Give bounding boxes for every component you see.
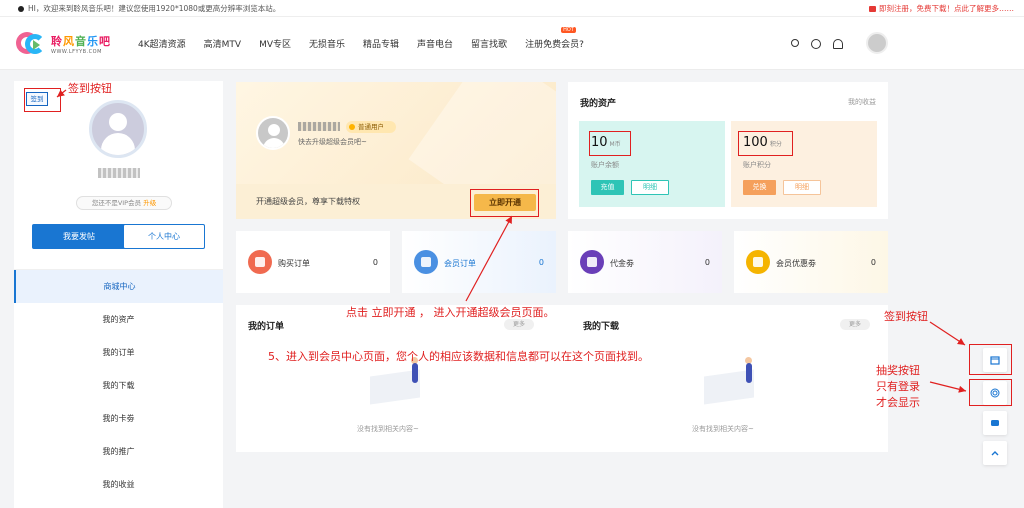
annotation-open-vip: 点击 立即开通 ， 进入开通超级会员页面。 (346, 306, 555, 319)
menu-item-promotion[interactable]: 我的推广 (14, 435, 223, 468)
empty-orders-text: 没有找到相关内容~ (357, 425, 419, 433)
main-nav: 4K超清资源 高清MTV MV专区 无损音乐 精品专辑 声音电台 留言找歌 注册… (138, 27, 602, 50)
vip-status-note[interactable]: 您还不是VIP会员 升级 (76, 196, 172, 210)
balance-detail-button[interactable]: 明细 (631, 180, 669, 195)
annotation-box-float-sign (969, 344, 1012, 375)
assets-title: 我的资产 (580, 99, 617, 109)
voucher-icon (580, 250, 604, 274)
header-avatar[interactable] (866, 32, 888, 54)
stat-vouchers[interactable]: 代金劵 0 (568, 231, 722, 293)
nav-item-4k[interactable]: 4K超清资源 (138, 37, 186, 50)
my-earnings-link[interactable]: 我的收益 (848, 97, 876, 107)
nav-item-mv[interactable]: MV专区 (259, 37, 291, 50)
nav-item-mtv[interactable]: 高清MTV (204, 37, 241, 50)
gift-icon (869, 5, 876, 12)
annotation-box-balance (589, 131, 631, 156)
menu-item-earnings[interactable]: 我的收益 (14, 468, 223, 501)
dark-mode-icon[interactable] (811, 39, 821, 49)
nav-item-albums[interactable]: 精品专辑 (363, 37, 399, 50)
menu-item-downloads[interactable]: 我的下载 (14, 369, 223, 402)
nav-item-radio[interactable]: 声音电台 (417, 37, 453, 50)
menu-item-coupons[interactable]: 我的卡劵 (14, 402, 223, 435)
username-blurred (98, 168, 140, 178)
annotation-lottery-3: 才会显示 (876, 396, 920, 409)
annotation-sign-top: 签到按钮 (68, 82, 112, 95)
register-promo-link[interactable]: 即刻注册，免费下载！点此了解更多…… (869, 3, 1014, 14)
crown-icon (746, 250, 770, 274)
nav-item-request[interactable]: 留言找歌 (471, 37, 507, 50)
vip-privilege-text: 开通超级会员，尊享下载特权 (256, 197, 360, 206)
logo-name: 聆风音乐吧 (51, 35, 111, 48)
annotation-member-center: 5、进入到会员中心页面，您个人的相应该数据和信息都可以在这个页面找到。 (268, 350, 649, 363)
points-label: 账户积分 (743, 161, 771, 169)
annotation-sign-right: 签到按钮 (884, 310, 928, 323)
chevron-up-icon (991, 451, 999, 456)
shopping-bag-icon (248, 250, 272, 274)
orders-downloads-panel: 我的订单 更多 我的下载 更多 没有找到相关内容~ 没有找到相关内容~ (236, 305, 888, 452)
logo-mark (16, 30, 48, 58)
downloads-more-button[interactable]: 更多 (840, 319, 870, 330)
vip-card-avatar (256, 116, 290, 150)
site-header: 聆风音乐吧 WWW.LFYYB.COM 4K超清资源 高清MTV MV专区 无损… (0, 17, 1024, 70)
recharge-button[interactable]: 充值 (591, 180, 624, 195)
menu-item-assets[interactable]: 我的资产 (14, 303, 223, 336)
exchange-button[interactable]: 兑换 (743, 180, 776, 195)
upgrade-link[interactable]: 升级 (143, 199, 156, 207)
logo-url: WWW.LFYYB.COM (51, 49, 102, 55)
balance-label: 账户余额 (591, 161, 619, 169)
menu-item-shop-center[interactable]: 商城中心 (14, 270, 223, 303)
vip-card-username-blurred (298, 122, 340, 131)
vip-card-subtitle: 快去升级超级会员吧~ (298, 138, 367, 146)
stat-member-orders[interactable]: 会员订单 0 (402, 231, 556, 293)
post-button[interactable]: 我要发帖 (32, 224, 126, 249)
sidebar-menu: 商城中心 我的资产 我的订单 我的下载 我的卡劵 我的推广 我的收益 (14, 269, 223, 501)
site-logo[interactable]: 聆风音乐吧 WWW.LFYYB.COM (16, 30, 111, 58)
speaker-icon (18, 5, 24, 12)
annotation-box-points (738, 131, 793, 156)
user-level-badge: 普通用户 (346, 121, 396, 133)
orders-more-button[interactable]: 更多 (504, 319, 534, 330)
annotation-box-open-vip (470, 189, 539, 217)
chat-icon (991, 420, 999, 426)
annotation-lottery-1: 抽奖按钮 (876, 364, 920, 377)
float-chat-button[interactable] (983, 411, 1007, 435)
nav-item-register[interactable]: 注册免费会员? HOT (525, 27, 584, 50)
search-icon[interactable] (791, 39, 799, 47)
empty-downloads-text: 没有找到相关内容~ (692, 425, 754, 433)
user-avatar[interactable] (89, 100, 147, 158)
hot-badge: HOT (561, 27, 576, 33)
annotation-box-sign (24, 88, 61, 112)
top-notice-bar: HI，欢迎来到聆风音乐吧！建议您使用1920*1080或更高分辨率浏览本站。 即… (0, 0, 1024, 17)
annotation-box-float-lottery (969, 379, 1012, 406)
points-detail-button[interactable]: 明细 (783, 180, 821, 195)
my-downloads-title: 我的下载 (583, 322, 620, 332)
member-order-icon (414, 250, 438, 274)
menu-item-orders[interactable]: 我的订单 (14, 336, 223, 369)
stat-purchase-orders[interactable]: 购买订单 0 (236, 231, 390, 293)
user-center-button[interactable]: 个人中心 (123, 224, 205, 249)
annotation-lottery-2: 只有登录 (876, 380, 920, 393)
nav-item-lossless[interactable]: 无损音乐 (309, 37, 345, 50)
welcome-text: HI，欢迎来到聆风音乐吧！建议您使用1920*1080或更高分辨率浏览本站。 (28, 3, 281, 13)
stat-member-coupons[interactable]: 会员优惠劵 0 (734, 231, 888, 293)
user-sidebar: 签到 您还不是VIP会员 升级 我要发帖 个人中心 商城中心 我的资产 我的订单… (14, 81, 223, 508)
back-to-top-button[interactable] (983, 441, 1007, 465)
my-orders-title: 我的订单 (248, 322, 285, 332)
empty-downloads-illustration (694, 355, 764, 405)
notification-bell-icon[interactable] (833, 39, 843, 49)
